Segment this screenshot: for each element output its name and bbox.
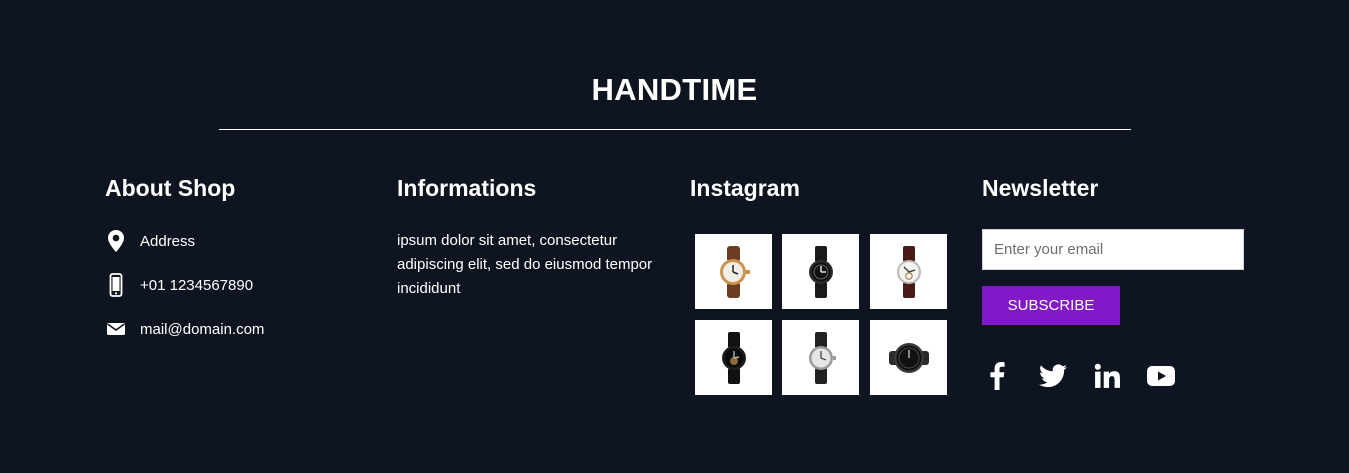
instagram-image-watch-silver-dial[interactable] (782, 320, 859, 395)
address-row: Address (105, 229, 195, 253)
instagram-image-watch-smart-black[interactable] (870, 320, 947, 395)
email-row: mail@domain.com (105, 317, 264, 341)
brand-divider (219, 129, 1131, 130)
about-shop-heading: About Shop (105, 175, 236, 201)
linkedin-icon[interactable] (1090, 361, 1124, 391)
envelope-icon (105, 317, 127, 341)
instagram-image-watch-black-strap[interactable] (782, 234, 859, 309)
newsletter-section: Newsletter SUBSCRIBE (982, 173, 1252, 390)
phone-row: +01 1234567890 (105, 273, 253, 297)
informations-section: Informations ipsum dolor sit amet, conse… (397, 173, 657, 297)
map-pin-icon (105, 229, 127, 253)
instagram-heading: Instagram (690, 175, 800, 201)
email-text: mail@domain.com (140, 320, 265, 338)
subscribe-button[interactable]: SUBSCRIBE (982, 286, 1120, 325)
email-input[interactable] (982, 229, 1244, 270)
instagram-section: Instagram (690, 173, 960, 395)
facebook-icon[interactable] (980, 361, 1014, 391)
youtube-icon[interactable] (1144, 361, 1178, 391)
address-text: Address (140, 232, 196, 250)
informations-text: ipsum dolor sit amet, consectetur adipis… (397, 232, 653, 297)
about-shop-section: About Shop Address +01 1234567890 mail@d… (105, 173, 365, 338)
newsletter-heading: Newsletter (982, 175, 1099, 201)
instagram-grid (695, 234, 948, 395)
informations-heading: Informations (397, 175, 537, 201)
brand-title: HANDTIME (591, 72, 758, 107)
mobile-phone-icon (105, 273, 127, 297)
instagram-image-watch-black-skeleton[interactable] (695, 320, 772, 395)
instagram-image-watch-white-dial-brown-strap[interactable] (870, 234, 947, 309)
instagram-image-watch-gold-brown-strap[interactable] (695, 234, 772, 309)
phone-text: +01 1234567890 (140, 276, 254, 294)
twitter-icon[interactable] (1036, 361, 1070, 391)
